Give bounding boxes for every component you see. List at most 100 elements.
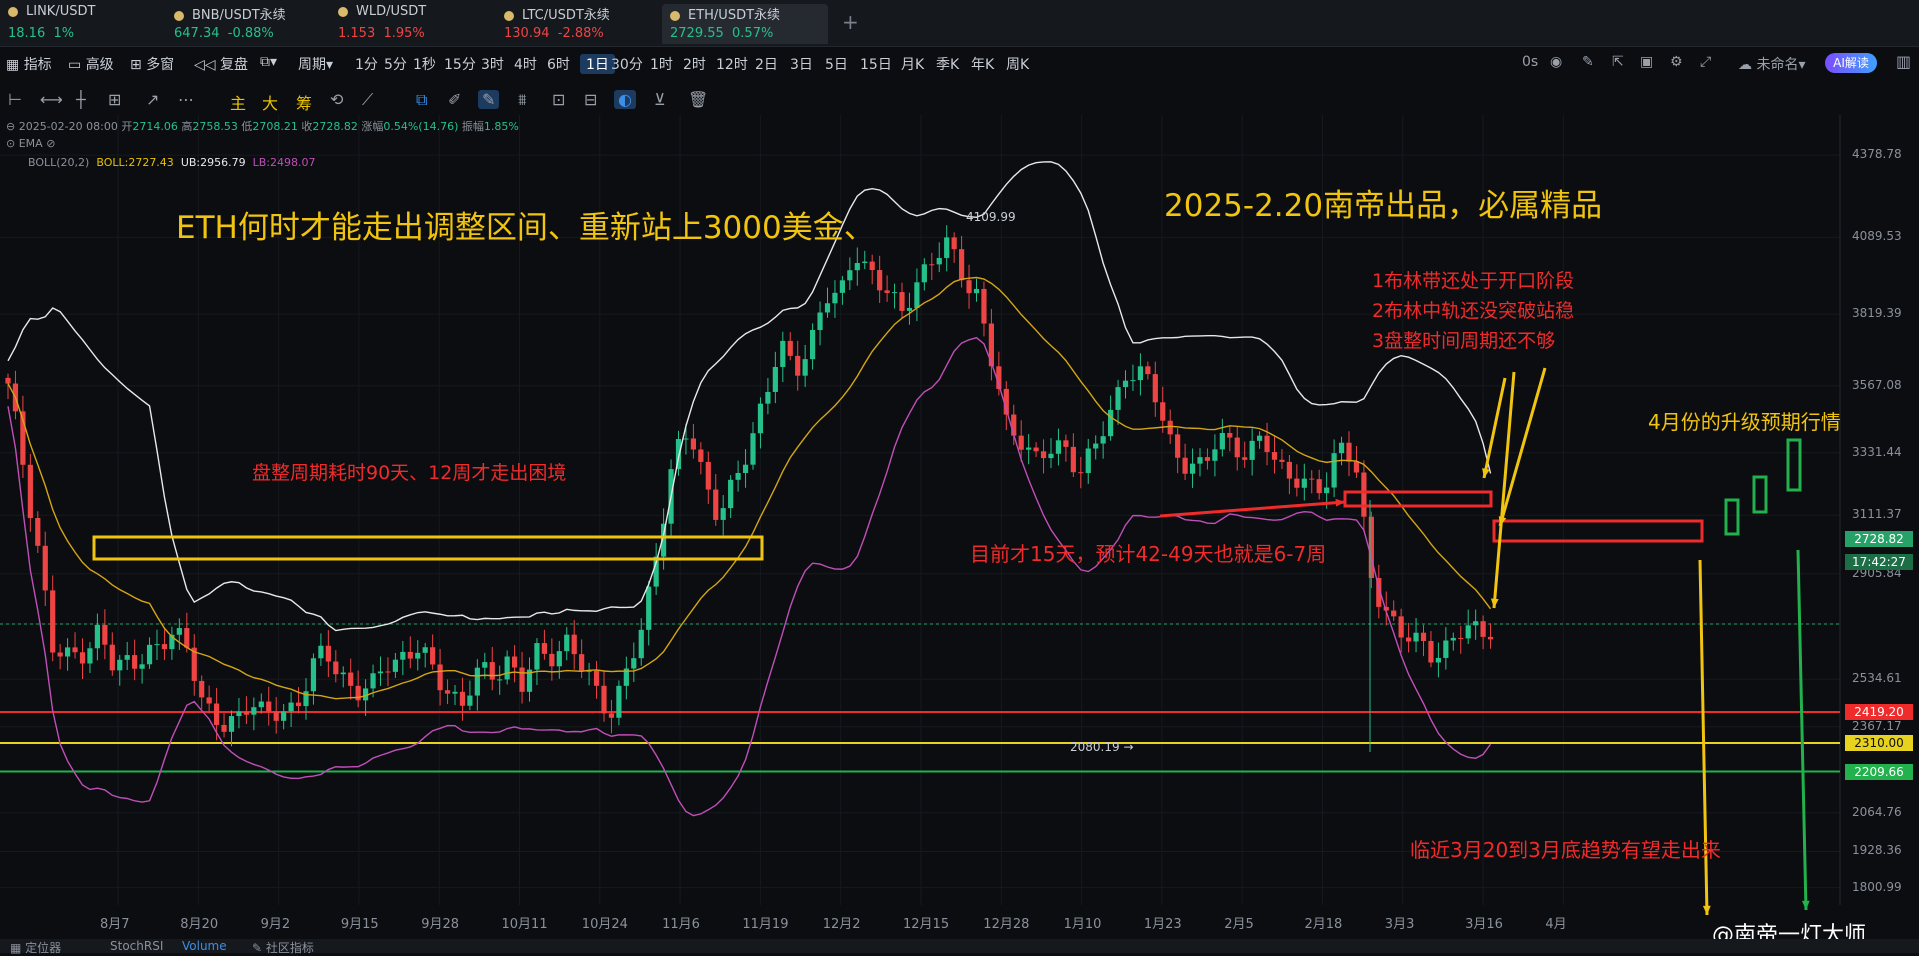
candle-body [377,671,384,674]
candle-body [1473,621,1479,626]
candle-body [981,288,987,324]
ema-indicator[interactable]: ⊙ EMA ⊘ [6,137,55,150]
candle-body [489,662,495,680]
x-tick: 10月11 [501,917,548,932]
candle-body [459,691,466,706]
x-tick: 12月28 [983,917,1030,932]
candle-body [1458,637,1464,639]
candle-body [1353,461,1360,473]
candle-body [370,673,376,689]
candle-body [94,624,100,649]
community-indicator-tab[interactable]: ✎ 社区指标 [252,939,314,956]
boll-mid [7,276,1492,700]
candle-body [579,654,585,672]
stochrsi-tab[interactable]: StochRSI [110,939,163,953]
candle-body [132,655,138,669]
candle-body [1398,616,1404,638]
candle-body [1316,479,1322,494]
current-progress-note: 目前才15天，预计42-49天也就是6-7周 [970,542,1327,566]
candle-body [832,292,838,304]
candle-body [1197,457,1203,464]
candle-body [601,685,607,714]
ohlc-info: ⊖ 2025-02-20 08:00 开2714.06 高2758.53 低27… [6,120,519,133]
candle-body [1480,621,1486,637]
candle-body [1048,453,1054,459]
candle-body [199,680,205,698]
locator-tab[interactable]: ▦ 定位器 [10,939,61,956]
candle-body [1264,435,1270,453]
candle-body [839,280,845,293]
consolidation-note: 盘整周期耗时90天、12周才走出困境 [252,462,567,484]
candle-body [593,670,600,686]
candle-body [228,716,235,732]
candle-body [616,685,622,718]
candle-body [1361,472,1367,517]
y-tick: 1800.99 [1852,879,1902,894]
candle-body [87,648,93,664]
candle-body [184,628,190,648]
candle-body [742,464,749,474]
candle-body [154,644,160,646]
resistance-box [1343,490,1493,508]
brand-annotation: 2025-2.20南帝出品，必属精品 [1164,188,1603,224]
candle-body [512,656,518,668]
late-march-note: 临近3月20到3月底趋势有望走出来 [1410,838,1721,862]
candle-body [102,624,108,645]
x-tick: 9月2 [260,917,291,932]
candle-body [318,645,324,659]
arrow-to-resistance [1159,500,1346,518]
y-tick: 3567.08 [1852,377,1902,392]
candle-body [1346,442,1352,462]
candle-body [72,647,78,653]
candle-body [1078,472,1084,474]
candle-body [1122,380,1129,388]
candle-body [772,366,778,392]
volume-tab[interactable]: Volume [182,939,227,953]
candle-body [474,667,480,696]
candle-body [750,433,756,465]
candle-body [638,629,644,659]
candle-body [720,508,726,520]
candle-body [787,340,793,356]
candle-body [735,473,741,480]
candle-body [534,643,540,670]
candle-body [1331,453,1337,488]
y-tick: 2534.61 [1852,671,1902,686]
candle-body [1294,478,1300,488]
candle-body [415,652,421,659]
x-tick: 3月16 [1465,917,1503,932]
candle-body [236,711,242,717]
y-tick: 1928.36 [1852,843,1902,858]
candle-body [422,647,428,653]
candle-body [50,590,56,653]
candle-body [385,671,391,673]
reason-3: 3盘整时间周期还不够 [1372,330,1556,352]
boll-indicator[interactable]: BOLL(20,2) BOLL:2727.43 UB:2956.79 LB:24… [28,156,315,169]
candle-body [1145,366,1151,375]
candle-body [1435,657,1441,663]
level-tag: 2310.00 [1845,735,1913,752]
candle-body [437,664,443,691]
candle-body [914,282,920,308]
y-tick: 4378.78 [1852,147,1902,162]
candle-body [1406,637,1412,642]
candle-body [117,659,123,671]
candle-body [27,464,33,519]
arrow-april [1796,549,1808,911]
candle-body [467,695,473,706]
candle-body [42,545,48,591]
candle-body [877,270,883,291]
candle-body [452,691,458,694]
candle-body [869,261,875,271]
reason-list: 1布林带还处于开口阶段 2布林中轨还没突破站稳 3盘整时间周期还不够 [1372,266,1574,356]
candle-body [407,651,413,659]
candle-body [824,303,831,313]
candle-body [1219,432,1225,450]
candle-body [1152,374,1158,403]
last-price-tag: 2728.82 [1845,531,1913,547]
x-tick: 12月2 [822,917,861,932]
candle-body [5,377,11,384]
candle-body [1018,435,1024,450]
bottom-indicator-bar: ▦ 定位器 StochRSI Volume ✎ 社区指标 [0,939,1919,956]
candle-body [392,659,398,672]
